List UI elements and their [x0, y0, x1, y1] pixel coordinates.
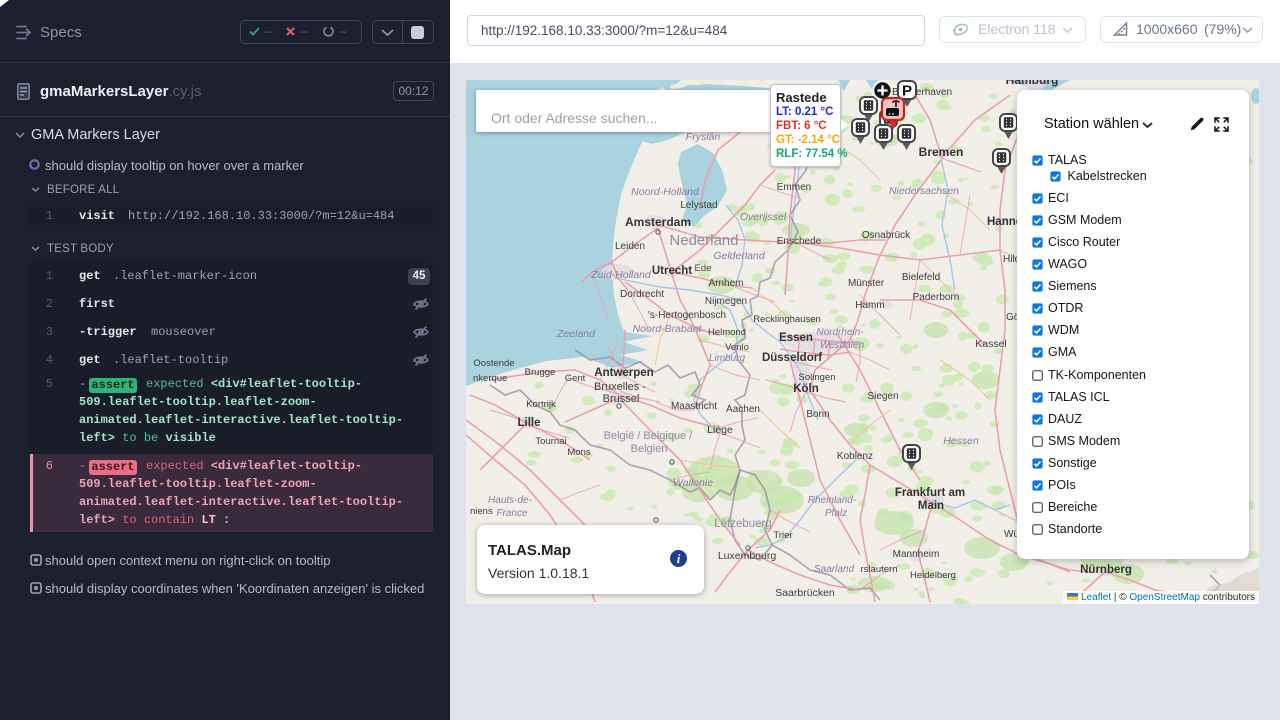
svg-text:Arnhem: Arnhem — [708, 278, 743, 289]
svg-text:Luxembourg: Luxembourg — [718, 550, 777, 562]
svg-text:Maastricht: Maastricht — [671, 401, 717, 412]
svg-text:Noord-Holland: Noord-Holland — [631, 186, 700, 198]
svg-text:Pfalz: Pfalz — [825, 508, 847, 519]
svg-text:Venlo: Venlo — [725, 342, 749, 353]
svg-text:Nordrhein-: Nordrhein- — [816, 327, 864, 338]
svg-text:Utrecht: Utrecht — [652, 265, 692, 277]
svg-text:Brussel: Brussel — [603, 393, 640, 405]
svg-text:Antwerpen: Antwerpen — [594, 367, 653, 379]
svg-text:nkerque: nkerque — [473, 373, 507, 384]
svg-text:Köln: Köln — [793, 383, 819, 395]
svg-text:Saarland: Saarland — [814, 564, 854, 575]
svg-text:Münster: Münster — [848, 278, 885, 289]
svg-text:Essen: Essen — [779, 332, 813, 344]
svg-text:Nederland: Nederland — [669, 232, 738, 249]
svg-text:Zeeland: Zeeland — [556, 328, 596, 340]
svg-text:Aachen: Aachen — [726, 404, 760, 415]
svg-text:Gent: Gent — [565, 373, 586, 384]
svg-text:Kortrijk: Kortrijk — [526, 399, 556, 410]
svg-text:Lelystad: Lelystad — [680, 200, 717, 211]
svg-text:Ede: Ede — [695, 263, 712, 274]
svg-text:Lille: Lille — [517, 417, 540, 429]
svg-text:Gelderland: Gelderland — [713, 250, 766, 262]
svg-text:Oostende: Oostende — [473, 358, 514, 369]
svg-text:Belgien: Belgien — [631, 443, 668, 455]
svg-text:Fryslân: Fryslân — [686, 131, 721, 143]
svg-text:Nürnberg: Nürnberg — [1080, 564, 1132, 576]
svg-text:Solingen: Solingen — [799, 372, 836, 383]
svg-text:Hauts-de-: Hauts-de- — [488, 495, 533, 506]
svg-text:Heidelberg: Heidelberg — [910, 570, 956, 581]
svg-text:Wallonie: Wallonie — [673, 477, 713, 489]
svg-text:Nijmegen: Nijmegen — [705, 296, 747, 307]
svg-text:Tournai: Tournai — [535, 436, 566, 447]
svg-text:Niedersachsen: Niedersachsen — [889, 185, 959, 197]
svg-text:Siegen: Siegen — [867, 391, 898, 402]
svg-text:Frankfurt am: Frankfurt am — [895, 487, 965, 499]
svg-text:België / Belgique /: België / Belgique / — [604, 430, 694, 442]
svg-text:Zuid-Holland: Zuid-Holland — [590, 269, 652, 281]
svg-text:Bruxelles -: Bruxelles - — [594, 381, 646, 393]
svg-text:Saarbrücken: Saarbrücken — [775, 587, 835, 599]
svg-text:Mannheim: Mannheim — [893, 549, 940, 560]
svg-text:Amsterdam: Amsterdam — [625, 215, 691, 229]
svg-text:Düsseldorf: Düsseldorf — [762, 352, 822, 364]
svg-text:Kassel: Kassel — [975, 338, 1007, 350]
svg-text:rslautern: rslautern — [861, 564, 898, 575]
svg-text:Noord-Brabant: Noord-Brabant — [633, 323, 703, 335]
svg-text:Hamburg: Hamburg — [1006, 80, 1059, 87]
svg-text:niens: niens — [470, 506, 493, 517]
svg-text:Lëtzebuerg: Lëtzebuerg — [714, 518, 772, 530]
svg-text:Emmen: Emmen — [777, 182, 811, 193]
svg-text:Bielefeld: Bielefeld — [902, 272, 940, 283]
svg-text:'s-Hertogenbosch: 's-Hertogenbosch — [648, 310, 726, 321]
svg-text:Leiden: Leiden — [615, 241, 645, 252]
svg-text:Bonn: Bonn — [806, 409, 829, 420]
svg-text:Osnabrück: Osnabrück — [862, 230, 911, 241]
svg-text:Overijssel: Overijssel — [740, 211, 787, 223]
svg-text:Main: Main — [918, 500, 944, 512]
svg-text:Helmond: Helmond — [708, 327, 746, 338]
svg-text:Recklinghausen: Recklinghausen — [753, 314, 821, 325]
svg-text:Liège: Liège — [707, 424, 733, 436]
svg-text:Enschede: Enschede — [777, 236, 822, 247]
svg-text:Paderborn: Paderborn — [913, 292, 960, 303]
svg-text:Bremen: Bremen — [919, 145, 964, 159]
svg-text:Westfalen: Westfalen — [820, 340, 865, 351]
svg-text:Brugge: Brugge — [525, 367, 556, 378]
svg-text:Dordrecht: Dordrecht — [620, 289, 664, 300]
svg-text:France: France — [496, 508, 528, 519]
svg-text:Trier: Trier — [773, 530, 792, 541]
svg-text:Limburg: Limburg — [709, 353, 746, 364]
svg-text:Mons: Mons — [567, 447, 590, 458]
svg-text:Koblenz: Koblenz — [837, 451, 873, 462]
svg-text:Hamm: Hamm — [855, 300, 884, 311]
svg-text:Rheinland-: Rheinland- — [808, 495, 857, 506]
svg-text:Hessen: Hessen — [943, 435, 979, 447]
